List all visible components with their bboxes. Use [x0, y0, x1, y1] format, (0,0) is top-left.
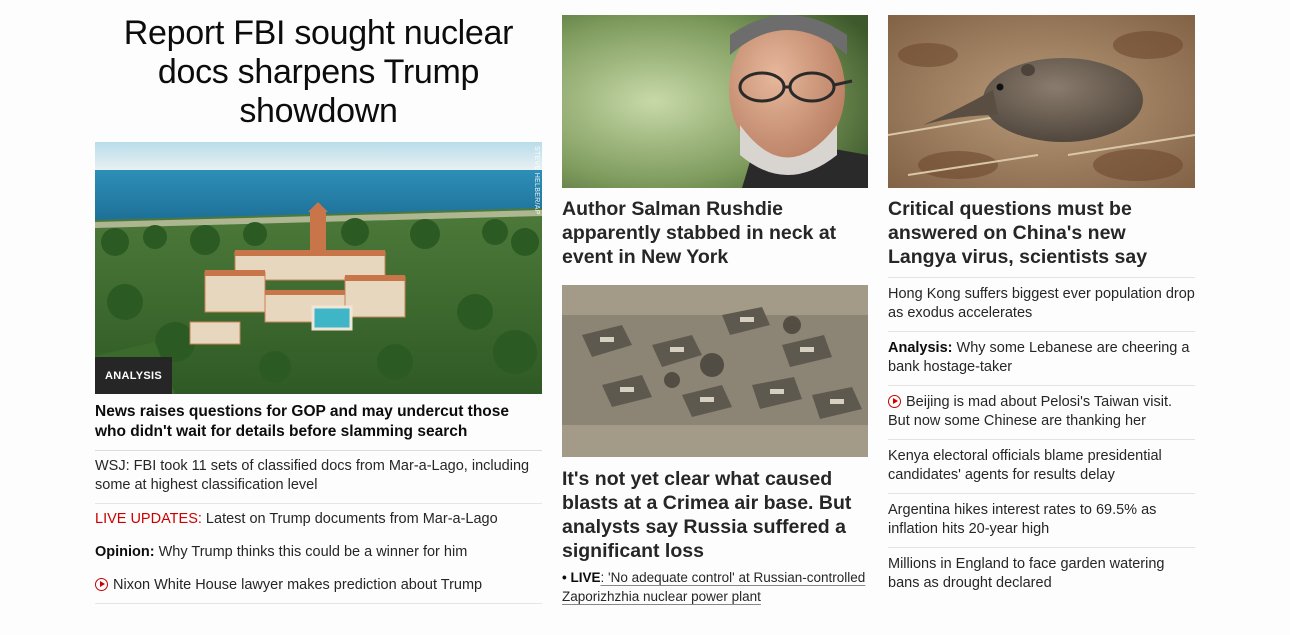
lead-headline[interactable]: Report FBI sought nuclear docs sharpens … [95, 14, 542, 131]
link-text[interactable]: Latest on Trump documents from Mar-a-Lag… [202, 511, 498, 527]
list-item[interactable]: LIVE UPDATES: Latest on Trump documents … [95, 504, 542, 537]
rushdie-story-headline[interactable]: Author Salman Rushdie apparently stabbed… [562, 197, 868, 269]
list-item[interactable]: Analysis: Why some Lebanese are cheering… [888, 332, 1195, 386]
analysis-kicker[interactable]: Analysis: [888, 340, 952, 356]
list-item[interactable]: Beijing is mad about Pelosi's Taiwan vis… [888, 386, 1195, 440]
list-item[interactable]: Millions in England to face garden water… [888, 548, 1195, 601]
list-item[interactable]: Hong Kong suffers biggest ever populatio… [888, 278, 1195, 332]
list-item[interactable]: WSJ: FBI took 11 sets of classified docs… [95, 451, 542, 504]
crimea-air-base-satellite-photo[interactable] [562, 285, 868, 457]
salman-rushdie-photo[interactable] [562, 15, 868, 188]
mar-a-lago-aerial-photo[interactable]: ANALYSIS STEVE HELBER/AP [95, 142, 542, 394]
list-item[interactable]: Opinion: Why Trump thinks this could be … [95, 537, 542, 570]
link-text[interactable]: Why Trump thinks this could be a winner … [155, 544, 468, 560]
news-homepage-zone: Report FBI sought nuclear docs sharpens … [0, 0, 1290, 635]
link-text[interactable]: : 'No adequate control' at Russian-contr… [562, 570, 865, 604]
zaporizhzhia-live-link[interactable]: • LIVE: 'No adequate control' at Russian… [562, 568, 868, 606]
list-item[interactable]: Argentina hikes interest rates to 69.5% … [888, 494, 1195, 548]
live-updates-kicker[interactable]: LIVE UPDATES: [95, 511, 202, 527]
link-text[interactable]: Kenya electoral officials blame presiden… [888, 448, 1162, 483]
link-text[interactable]: Nixon White House lawyer makes predictio… [113, 577, 482, 593]
play-icon [888, 395, 901, 408]
list-item[interactable]: Nixon White House lawyer makes predictio… [95, 570, 542, 604]
opinion-kicker[interactable]: Opinion: [95, 544, 155, 560]
photo-credit: STEVE HELBER/AP [533, 146, 540, 215]
link-text[interactable]: Beijing is mad about Pelosi's Taiwan vis… [888, 394, 1172, 429]
middle-column: Author Salman Rushdie apparently stabbed… [562, 0, 868, 606]
right-column: Critical questions must be answered on C… [888, 0, 1195, 601]
analysis-badge: ANALYSIS [95, 357, 173, 394]
link-text[interactable]: Argentina hikes interest rates to 69.5% … [888, 502, 1156, 537]
langya-story-headline[interactable]: Critical questions must be answered on C… [888, 197, 1195, 269]
link-text[interactable]: Hong Kong suffers biggest ever populatio… [888, 286, 1195, 321]
right-related-links: Hong Kong suffers biggest ever populatio… [888, 277, 1195, 601]
shrew-photo[interactable] [888, 15, 1195, 188]
link-text[interactable]: Millions in England to face garden water… [888, 556, 1164, 591]
play-icon [95, 578, 108, 591]
list-item[interactable]: Kenya electoral officials blame presiden… [888, 440, 1195, 494]
crimea-story-headline[interactable]: It's not yet clear what caused blasts at… [562, 467, 868, 563]
lead-sub-headline[interactable]: News raises questions for GOP and may un… [95, 402, 542, 451]
link-text[interactable]: WSJ: FBI took 11 sets of classified docs… [95, 458, 529, 493]
lead-related-links: WSJ: FBI took 11 sets of classified docs… [95, 451, 542, 604]
lead-story-column: Report FBI sought nuclear docs sharpens … [95, 0, 542, 604]
live-kicker: • LIVE [562, 570, 601, 585]
